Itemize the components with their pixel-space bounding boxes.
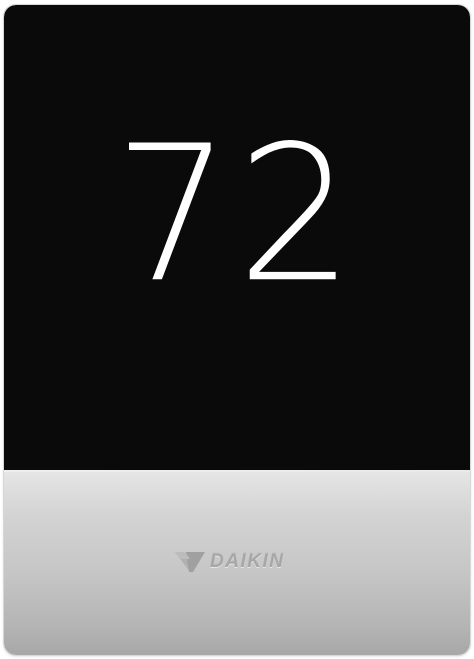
daikin-logo-mark-icon	[172, 551, 206, 573]
thermostat-screen[interactable]: 72	[4, 5, 470, 470]
thermostat-device: 72 DAIKIN	[4, 5, 470, 655]
brand-name: DAIKIN	[210, 551, 285, 572]
brand-logo: DAIKIN	[172, 550, 284, 574]
current-temperature: 72	[113, 105, 361, 325]
thermostat-bezel: DAIKIN	[4, 470, 470, 655]
